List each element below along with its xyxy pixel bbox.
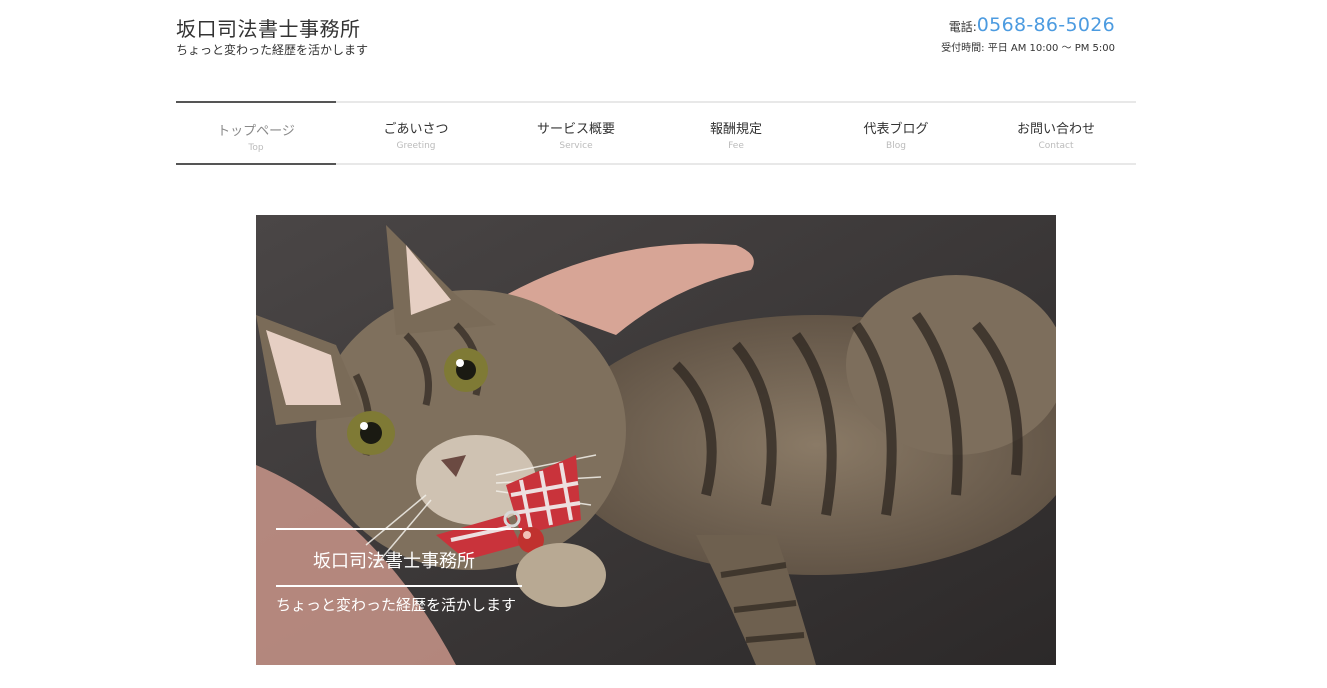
hero-banner: 坂口司法書士事務所 ちょっと変わった経歴を活かします: [256, 215, 1056, 665]
nav-item-greeting[interactable]: ごあいさつ Greeting: [336, 103, 496, 163]
hero-divider-bottom: [276, 585, 522, 587]
nav-item-label: 代表ブログ: [863, 122, 929, 137]
nav-item-sublabel: Greeting: [396, 141, 436, 151]
nav-item-contact[interactable]: お問い合わせ Contact: [976, 103, 1136, 163]
nav-item-fee[interactable]: 報酬規定 Fee: [656, 103, 816, 163]
nav-item-sublabel: Top: [248, 143, 264, 153]
nav-item-sublabel: Contact: [1038, 141, 1074, 151]
site-title[interactable]: 坂口司法書士事務所: [176, 13, 361, 42]
site-header: 坂口司法書士事務所 ちょっと変わった経歴を活かします 電話:0568-86-50…: [176, 0, 1136, 100]
hero-tagline: ちょっと変わった経歴を活かします: [276, 596, 517, 614]
nav-item-sublabel: Fee: [728, 141, 744, 151]
hero-divider-top: [276, 528, 522, 530]
site-tagline: ちょっと変わった経歴を活かします: [176, 43, 369, 57]
tel-number[interactable]: 0568-86-5026: [977, 14, 1115, 36]
tel-label: 電話:: [948, 20, 977, 34]
nav-item-label: ごあいさつ: [383, 122, 449, 137]
nav-item-sublabel: Blog: [886, 141, 906, 151]
nav-item-top[interactable]: トップページ Top: [176, 101, 336, 165]
nav-item-blog[interactable]: 代表ブログ Blog: [816, 103, 976, 163]
hero-title: 坂口司法書士事務所: [313, 551, 475, 572]
global-nav: トップページ Top ごあいさつ Greeting サービス概要 Service…: [176, 101, 1136, 165]
nav-item-label: 報酬規定: [709, 122, 762, 137]
nav-item-sublabel: Service: [559, 141, 593, 151]
nav-item-label: トップページ: [217, 124, 295, 139]
nav-item-label: お問い合わせ: [1016, 122, 1095, 137]
business-hours: 受付時間: 平日 AM 10:00 〜 PM 5:00: [941, 43, 1115, 54]
nav-item-service[interactable]: サービス概要 Service: [496, 103, 656, 163]
contact-info: 電話:0568-86-5026 受付時間: 平日 AM 10:00 〜 PM 5…: [941, 14, 1115, 54]
tel-line: 電話:0568-86-5026: [941, 14, 1115, 36]
nav-item-label: サービス概要: [536, 122, 615, 137]
